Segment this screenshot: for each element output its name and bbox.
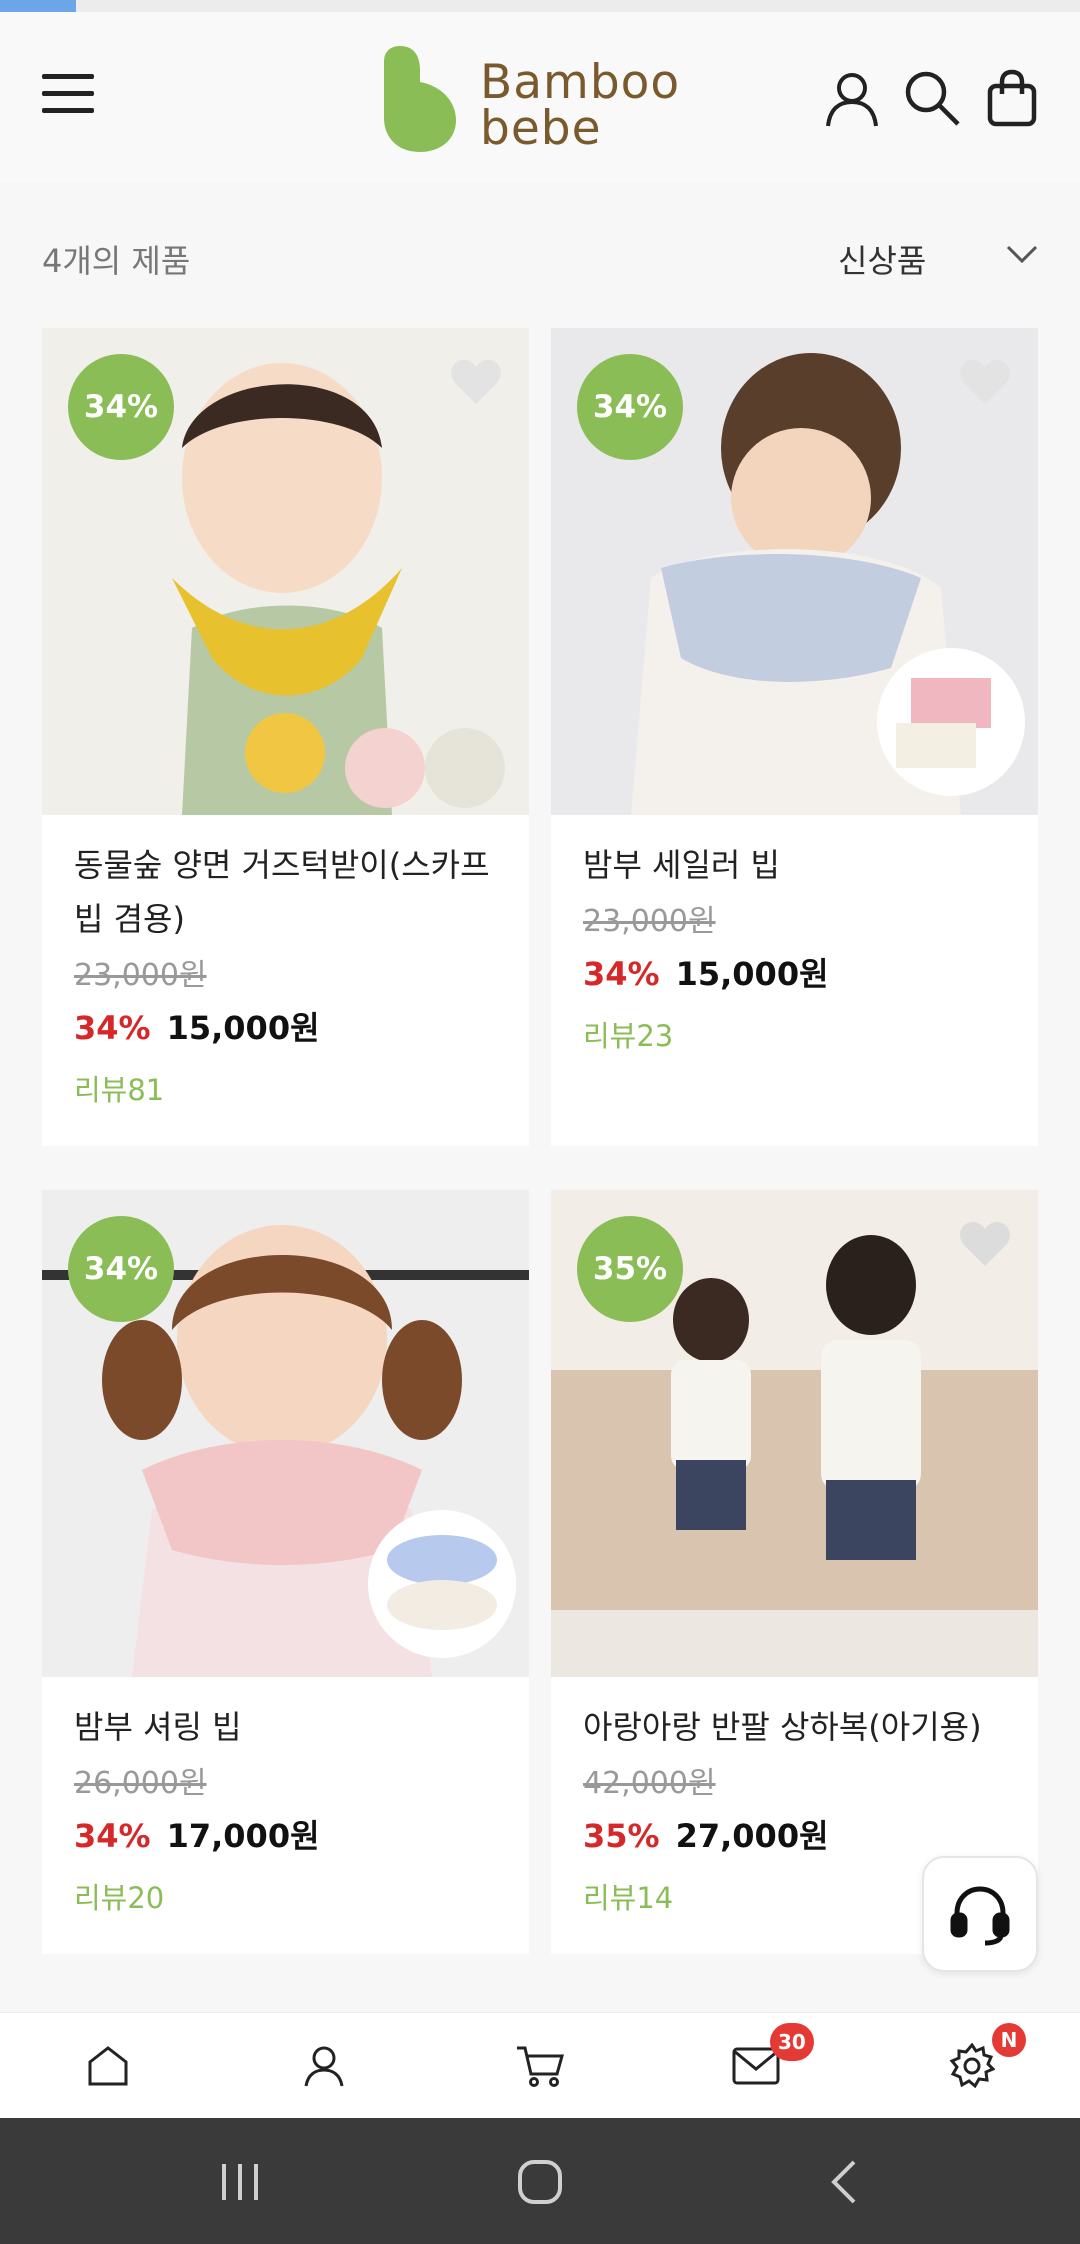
back-icon[interactable] [784, 2142, 904, 2222]
product-card[interactable]: 35% 아랑아랑 반팔 상하복(아기용) 42,000원 35% 27,000원 … [551, 1190, 1038, 1954]
product-card[interactable]: 34% 동물숲 양면 거즈턱받이(스카프 빕 겸용) 23,000원 34% 15… [42, 328, 529, 1146]
sort-selected-value: 신상품 [838, 242, 927, 280]
original-price: 26,000원 [74, 1766, 207, 1801]
discount-rate: 35% [583, 1817, 660, 1855]
cart-icon [517, 2046, 564, 2087]
home-icon [88, 2046, 128, 2086]
price-row: 34% 17,000원 [74, 1812, 504, 1866]
list-toolbar: 4개의 제품 신상품 [42, 228, 1038, 288]
product-info: 밤부 세일러 빕 23,000원 34% 15,000원 리뷰23 [583, 838, 1013, 1060]
settings-icon [949, 2043, 995, 2089]
nav-cart[interactable] [432, 2013, 648, 2119]
user-icon [304, 2046, 344, 2087]
original-price: 42,000원 [583, 1766, 716, 1801]
heart-icon[interactable] [449, 358, 503, 406]
customer-service-button[interactable] [922, 1856, 1038, 1972]
brand-line-2: bebe [480, 101, 602, 156]
product-image[interactable]: 34% [42, 328, 529, 815]
product-count: 4개의 제품 [42, 242, 191, 280]
hamburger-menu-icon[interactable] [42, 74, 94, 118]
price-row: 34% 15,000원 [583, 950, 1013, 1004]
review-count: 리뷰81 [74, 1073, 165, 1107]
product-name-line-1: 동물숲 양면 거즈턱받이(스카프 [74, 846, 490, 884]
nav-settings[interactable]: N [864, 2013, 1080, 2119]
heart-icon[interactable] [958, 1220, 1012, 1268]
search-icon[interactable] [902, 68, 962, 128]
discount-badge: 34% [68, 354, 174, 460]
brand-logo-mark [384, 46, 456, 152]
nav-messages[interactable]: 30 [648, 2013, 864, 2119]
product-name[interactable]: 동물숲 양면 거즈턱받이(스카프 빕 겸용) [74, 838, 504, 946]
discount-badge: 35% [577, 1216, 683, 1322]
home-button-icon[interactable] [480, 2142, 600, 2222]
system-navigation-bar [0, 2118, 1080, 2244]
price-row: 34% 15,000원 [74, 1004, 504, 1058]
product-name[interactable]: 아랑아랑 반팔 상하복(아기용) [583, 1700, 1013, 1754]
discount-rate: 34% [74, 1817, 151, 1855]
nav-home[interactable] [0, 2013, 216, 2119]
chevron-down-icon [1006, 245, 1038, 264]
heart-icon[interactable] [958, 358, 1012, 406]
discount-rate: 34% [583, 955, 660, 993]
sale-price: 15,000원 [166, 1009, 320, 1047]
product-name-line-2: 빕 겸용) [74, 900, 185, 938]
message-count-badge: 30 [770, 2023, 814, 2061]
product-name[interactable]: 밤부 셔링 빕 [74, 1700, 504, 1754]
discount-rate: 34% [74, 1009, 151, 1047]
product-card[interactable]: 34% 밤부 셔링 빕 26,000원 34% 17,000원 리뷰20 [42, 1190, 529, 1954]
product-info: 밤부 셔링 빕 26,000원 34% 17,000원 리뷰20 [74, 1700, 504, 1922]
discount-badge: 34% [68, 1216, 174, 1322]
brand-logo[interactable]: Bamboo bebe [380, 42, 710, 154]
heart-icon[interactable] [449, 1220, 503, 1268]
discount-badge: 34% [577, 354, 683, 460]
sale-price: 27,000원 [675, 1817, 829, 1855]
product-image[interactable]: 34% [42, 1190, 529, 1677]
sale-price: 15,000원 [675, 955, 829, 993]
review-count: 리뷰20 [74, 1881, 165, 1915]
nav-my-page[interactable] [216, 2013, 432, 2119]
sale-price: 17,000원 [166, 1817, 320, 1855]
product-card[interactable]: 34% 밤부 세일러 빕 23,000원 34% 15,000원 리뷰23 [551, 328, 1038, 1146]
product-name[interactable]: 밤부 세일러 빕 [583, 838, 1013, 892]
shopping-bag-icon[interactable] [982, 68, 1042, 128]
recent-apps-icon[interactable] [180, 2142, 300, 2222]
page-load-progress-fill [0, 0, 76, 12]
review-count: 리뷰23 [583, 1019, 674, 1053]
brand-wordmark: Bamboo bebe [480, 55, 681, 156]
settings-new-badge: N [992, 2023, 1026, 2057]
sort-dropdown[interactable]: 신상품 [838, 232, 1038, 282]
bottom-navigation: 30 N [0, 2012, 1080, 2118]
headset-icon [950, 1886, 1010, 1946]
product-info: 동물숲 양면 거즈턱받이(스카프 빕 겸용) 23,000원 34% 15,000… [74, 838, 504, 1114]
page-load-progress [0, 0, 1080, 12]
product-image[interactable]: 34% [551, 328, 1038, 815]
original-price: 23,000원 [74, 958, 207, 993]
product-image[interactable]: 35% [551, 1190, 1038, 1677]
original-price: 23,000원 [583, 904, 716, 939]
brand-line-1: Bamboo [480, 55, 681, 110]
app-header: Bamboo bebe [0, 12, 1080, 182]
user-icon[interactable] [822, 68, 882, 128]
